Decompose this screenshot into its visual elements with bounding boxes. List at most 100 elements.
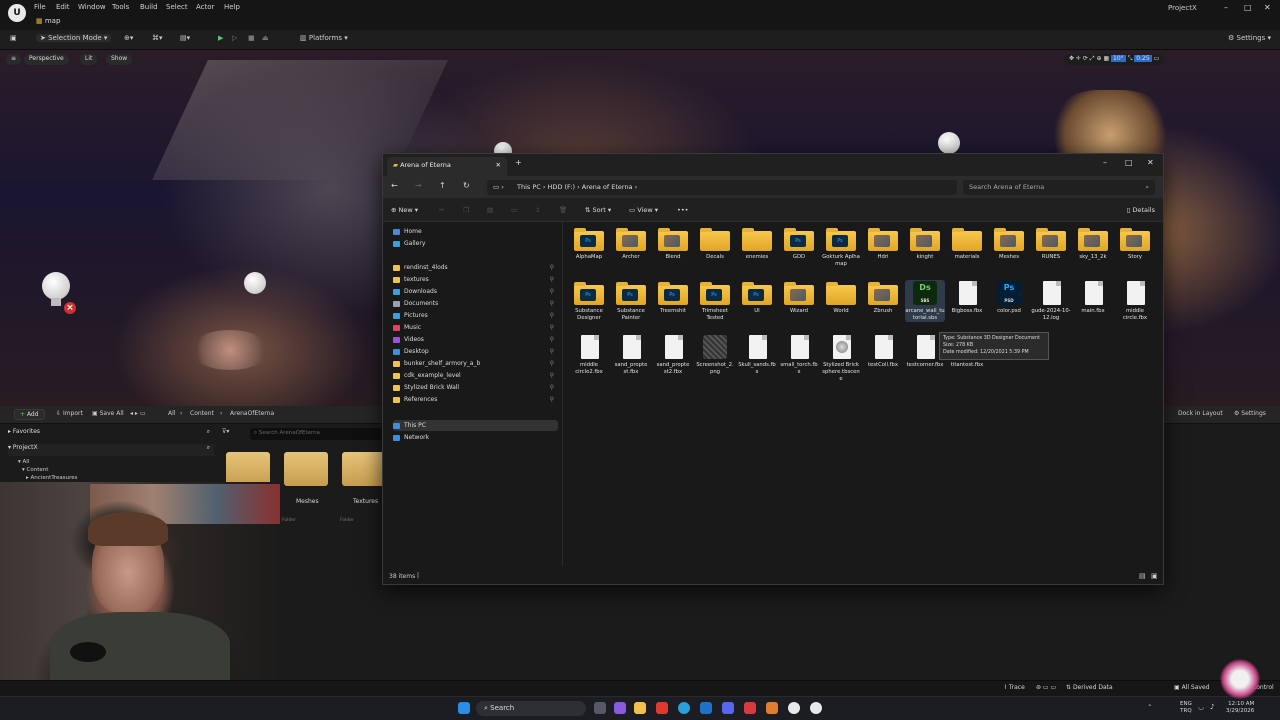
- file-item[interactable]: middle circle2.fbx: [569, 334, 609, 376]
- task-view-icon[interactable]: [594, 702, 606, 714]
- new-tab-icon[interactable]: +: [515, 158, 522, 167]
- menu-select[interactable]: Select: [166, 3, 188, 11]
- menu-file[interactable]: File: [34, 3, 46, 11]
- volume-icon[interactable]: ♪: [1210, 703, 1214, 711]
- close-icon[interactable]: ✕: [1264, 3, 1271, 12]
- file-explorer-icon[interactable]: [634, 702, 646, 714]
- file-item[interactable]: Wizard: [779, 280, 819, 315]
- file-item[interactable]: Ps AlphaMap: [569, 226, 609, 261]
- file-item[interactable]: enemies: [737, 226, 777, 261]
- clock[interactable]: 12:10 AM 3/29/2026: [1226, 701, 1254, 715]
- eject-icon[interactable]: ⏏: [262, 34, 269, 42]
- folder-thumb[interactable]: [284, 452, 328, 486]
- menu-edit[interactable]: Edit: [56, 3, 70, 11]
- pin-icon[interactable]: ⚲: [550, 334, 554, 345]
- view-button[interactable]: ▭ View ▾: [629, 206, 658, 214]
- trace-button[interactable]: ⌇ Trace: [1004, 684, 1025, 691]
- path-content[interactable]: Content: [190, 410, 214, 417]
- menu-actor[interactable]: Actor: [196, 3, 214, 11]
- back-icon[interactable]: ←: [391, 181, 398, 190]
- maximize-icon[interactable]: □: [1125, 158, 1133, 167]
- pin-icon[interactable]: ⚲: [550, 394, 554, 405]
- up-icon[interactable]: ↑: [439, 181, 446, 190]
- level-tab[interactable]: ▦ map: [28, 15, 68, 29]
- derived-data-button[interactable]: ⇅ Derived Data: [1066, 684, 1113, 691]
- nav-item[interactable]: References ⚲: [393, 394, 558, 405]
- point-light-icon[interactable]: [244, 272, 266, 294]
- pin-icon[interactable]: ⚲: [550, 262, 554, 273]
- nav-item[interactable]: bunker_shelf_armory_a_b ⚲: [393, 358, 558, 369]
- more-options-button[interactable]: •••: [677, 206, 689, 214]
- search-icon[interactable]: ⌕: [207, 444, 210, 452]
- explorer-tab[interactable]: ▰ Arena of Eterna ✕: [387, 157, 507, 176]
- transform-tools[interactable]: ✥ ✛ ⟳ ⤢ ⊕ ▦ 10° ⤡ 0.25 ▭: [1064, 54, 1165, 65]
- add-button[interactable]: + Add: [14, 409, 45, 420]
- blueprint-icon[interactable]: ⌘▾: [152, 34, 163, 42]
- nav-item[interactable]: rendinst_4lods ⚲: [393, 262, 558, 273]
- nav-item[interactable]: Documents ⚲: [393, 298, 558, 309]
- show-button[interactable]: Show: [106, 54, 133, 65]
- status-icons[interactable]: ⊚ ▭ ▭: [1036, 684, 1056, 691]
- file-item[interactable]: Ps UI: [737, 280, 777, 315]
- file-item[interactable]: Ds SBS arcane_wall_tutorial.sbs: [905, 280, 945, 322]
- tab-close-icon[interactable]: ✕: [496, 161, 501, 169]
- nav-item[interactable]: Music ⚲: [393, 322, 558, 333]
- file-item[interactable]: Archer: [611, 226, 651, 261]
- file-item[interactable]: Ps Substance Painter: [611, 280, 651, 322]
- all-saved-button[interactable]: ▣ All Saved: [1174, 684, 1209, 691]
- folder-thumb[interactable]: [342, 452, 386, 486]
- pin-icon[interactable]: ⚲: [550, 370, 554, 381]
- favorites-header[interactable]: ▸ Favorites ⌕: [8, 428, 214, 440]
- details-view-icon[interactable]: ▤: [1139, 572, 1146, 580]
- unreal-icon[interactable]: [810, 702, 822, 714]
- details-button[interactable]: ▯ Details: [1127, 206, 1155, 214]
- pin-icon[interactable]: ⚲: [550, 346, 554, 357]
- play-icon[interactable]: ▶: [218, 34, 223, 42]
- delete-icon[interactable]: 🗑: [559, 206, 567, 214]
- cinematics-icon[interactable]: ▤▾: [180, 34, 190, 42]
- maximize-icon[interactable]: □: [1244, 3, 1252, 12]
- file-item[interactable]: Ps GDD: [779, 226, 819, 261]
- sort-button[interactable]: ⇅ Sort ▾: [585, 206, 611, 214]
- rename-icon[interactable]: ▭: [511, 206, 517, 214]
- file-item[interactable]: World: [821, 280, 861, 315]
- nav-item[interactable]: Pictures ⚲: [393, 310, 558, 321]
- unreal-logo-icon[interactable]: U: [8, 4, 26, 22]
- file-item[interactable]: Screenshot_2.png: [695, 334, 735, 376]
- file-item[interactable]: kinght: [905, 226, 945, 261]
- step-icon[interactable]: ▷: [232, 34, 237, 42]
- nav-item[interactable]: Downloads ⚲: [393, 286, 558, 297]
- nav-item[interactable]: Network: [393, 432, 558, 443]
- file-item[interactable]: Ps Substance Designer: [569, 280, 609, 322]
- nav-item[interactable]: This PC: [393, 420, 558, 431]
- menu-build[interactable]: Build: [140, 3, 158, 11]
- tree-item[interactable]: ▾ All: [18, 458, 78, 466]
- menu-window[interactable]: Window: [78, 3, 106, 11]
- file-item[interactable]: testColl.fbx: [863, 334, 903, 369]
- language-indicator[interactable]: ENG TRQ: [1180, 701, 1192, 715]
- file-item[interactable]: sand_propte st.fbx: [611, 334, 651, 376]
- breadcrumb-hdd[interactable]: HDD (F:): [548, 183, 575, 191]
- add-actor-icon[interactable]: ⊕▾: [124, 34, 133, 42]
- address-bar[interactable]: ▭ › This PC › HDD (F:) › Arena of Eterna…: [487, 180, 957, 195]
- file-item[interactable]: small_torch.fbx: [779, 334, 819, 376]
- breadcrumb-folder[interactable]: Arena of Eterna: [582, 183, 633, 191]
- file-item[interactable]: Ps PSD color.psd: [989, 280, 1029, 315]
- pin-icon[interactable]: ⚲: [550, 286, 554, 297]
- nav-item[interactable]: textures ⚲: [393, 274, 558, 285]
- file-item[interactable]: Hdri: [863, 226, 903, 261]
- save-icon[interactable]: ▣: [10, 34, 17, 42]
- nav-item[interactable]: Gallery: [393, 238, 558, 249]
- pin-icon[interactable]: ⚲: [550, 358, 554, 369]
- dock-in-layout-button[interactable]: Dock in Layout: [1178, 410, 1223, 417]
- file-item[interactable]: Ps Trimsheet Tested: [695, 280, 735, 322]
- minimize-icon[interactable]: –: [1103, 158, 1107, 167]
- pin-icon[interactable]: ⚲: [550, 274, 554, 285]
- file-item[interactable]: Bigboss.fbx: [947, 280, 987, 315]
- selection-mode-button[interactable]: ➤ Selection Mode ▾: [36, 34, 112, 42]
- taskbar-search[interactable]: ⌕ Search: [476, 701, 586, 716]
- file-item[interactable]: Ps Treemshit: [653, 280, 693, 315]
- perspective-button[interactable]: Perspective: [24, 54, 69, 65]
- path-all[interactable]: All: [168, 410, 175, 417]
- windows-start-icon[interactable]: [458, 702, 470, 714]
